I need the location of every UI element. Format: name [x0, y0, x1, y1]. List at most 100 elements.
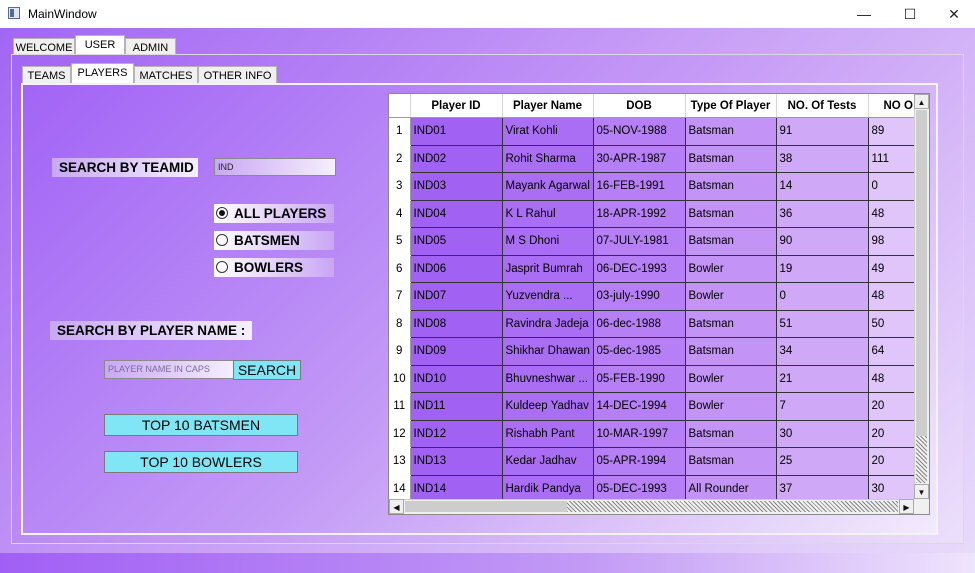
player-name-cell[interactable]: Rishabh Pant — [502, 420, 594, 448]
tab-players[interactable]: PLAYERS — [71, 63, 134, 84]
player-id-cell[interactable]: IND13 — [410, 447, 503, 476]
dob-cell[interactable]: 07-JULY-1981 — [593, 227, 686, 256]
no-of-odis-cell[interactable]: 64 — [868, 337, 916, 366]
no-of-odis-cell[interactable]: 50 — [868, 310, 916, 338]
no-of-odis-cell[interactable]: 49 — [868, 255, 916, 283]
top-10-batsmen-button[interactable]: TOP 10 BATSMEN — [104, 414, 298, 436]
table-row[interactable]: 3 IND03 Mayank Agarwal 16-FEB-1991 Batsman 14… — [389, 172, 916, 201]
type-of-player-cell[interactable]: Bowler — [685, 282, 777, 311]
column-header-player-name[interactable]: Player Name — [502, 94, 594, 118]
dob-cell[interactable]: 18-APR-1992 — [593, 200, 686, 228]
scroll-down-icon[interactable]: ▼ — [914, 484, 929, 499]
player-name-cell[interactable]: Bhuvneshwar ... — [502, 365, 594, 393]
no-of-tests-cell[interactable]: 91 — [776, 117, 869, 146]
vertical-scroll-track[interactable] — [916, 436, 927, 483]
player-name-cell[interactable]: Yuzvendra ... — [502, 282, 594, 311]
type-of-player-cell[interactable]: Batsman — [685, 420, 777, 448]
no-of-odis-cell[interactable]: 89 — [868, 117, 916, 146]
type-of-player-cell[interactable]: Batsman — [685, 447, 777, 476]
no-of-tests-cell[interactable]: 30 — [776, 420, 869, 448]
type-of-player-cell[interactable]: Bowler — [685, 392, 777, 421]
no-of-odis-cell[interactable]: 20 — [868, 392, 916, 421]
dob-cell[interactable]: 05-APR-1994 — [593, 447, 686, 476]
player-name-cell[interactable]: Ravindra Jadeja — [502, 310, 594, 338]
row-number[interactable]: 2 — [389, 145, 411, 173]
player-id-cell[interactable]: IND11 — [410, 392, 503, 421]
column-header-dob[interactable]: DOB — [593, 94, 686, 118]
row-number[interactable]: 12 — [389, 420, 411, 448]
row-number[interactable]: 9 — [389, 337, 411, 366]
no-of-tests-cell[interactable]: 21 — [776, 365, 869, 393]
type-of-player-cell[interactable]: Batsman — [685, 227, 777, 256]
horizontal-scroll-track[interactable] — [567, 501, 898, 512]
radio-all-players[interactable]: ALL PLAYERS — [214, 204, 334, 223]
type-of-player-cell[interactable]: Batsman — [685, 310, 777, 338]
horizontal-scroll-thumb[interactable] — [405, 501, 567, 512]
no-of-tests-cell[interactable]: 7 — [776, 392, 869, 421]
table-row[interactable]: 1 IND01 Virat Kohli 05-NOV-1988 Batsman 91 89 — [389, 117, 916, 146]
player-id-cell[interactable]: IND06 — [410, 255, 503, 283]
type-of-player-cell[interactable]: Batsman — [685, 200, 777, 228]
maximize-button[interactable]: ☐ — [887, 0, 933, 28]
table-row[interactable]: 9 IND09 Shikhar Dhawan 05-dec-1985 Batsman 34… — [389, 337, 916, 366]
player-id-cell[interactable]: IND08 — [410, 310, 503, 338]
players-data-grid[interactable]: Player ID Player Name DOB Type Of Player… — [388, 93, 930, 515]
close-button[interactable]: ✕ — [931, 0, 975, 28]
player-id-cell[interactable]: IND10 — [410, 365, 503, 393]
player-name-cell[interactable]: Kedar Jadhav — [502, 447, 594, 476]
player-id-cell[interactable]: IND05 — [410, 227, 503, 256]
table-row[interactable]: 5 IND05 M S Dhoni 07-JULY-1981 Batsman 90 98 — [389, 227, 916, 256]
no-of-tests-cell[interactable]: 51 — [776, 310, 869, 338]
player-id-cell[interactable]: IND09 — [410, 337, 503, 366]
row-number[interactable]: 8 — [389, 310, 411, 338]
tab-teams[interactable]: TEAMS — [22, 66, 71, 84]
no-of-odis-cell[interactable]: 111 — [868, 145, 916, 173]
type-of-player-cell[interactable]: Bowler — [685, 365, 777, 393]
no-of-odis-cell[interactable]: 48 — [868, 365, 916, 393]
row-header-corner[interactable] — [389, 94, 411, 118]
player-name-input[interactable]: PLAYER NAME IN CAPS — [104, 360, 234, 379]
vertical-scroll-thumb[interactable] — [916, 110, 927, 436]
dob-cell[interactable]: 16-FEB-1991 — [593, 172, 686, 201]
player-name-cell[interactable]: Shikhar Dhawan — [502, 337, 594, 366]
player-id-cell[interactable]: IND04 — [410, 200, 503, 228]
row-number[interactable]: 3 — [389, 172, 411, 201]
column-header-no-of-odis[interactable]: NO O — [868, 94, 916, 118]
type-of-player-cell[interactable]: Batsman — [685, 117, 777, 146]
table-row[interactable]: 8 IND08 Ravindra Jadeja 06-dec-1988 Batsman 5… — [389, 310, 916, 338]
scroll-right-icon[interactable]: ▶ — [899, 499, 914, 514]
player-name-cell[interactable]: K L Rahul — [502, 200, 594, 228]
dob-cell[interactable]: 05-FEB-1990 — [593, 365, 686, 393]
column-header-player-id[interactable]: Player ID — [410, 94, 503, 118]
no-of-tests-cell[interactable]: 19 — [776, 255, 869, 283]
player-id-cell[interactable]: IND03 — [410, 172, 503, 201]
player-id-cell[interactable]: IND12 — [410, 420, 503, 448]
player-id-cell[interactable]: IND01 — [410, 117, 503, 146]
dob-cell[interactable]: 06-dec-1988 — [593, 310, 686, 338]
no-of-tests-cell[interactable]: 25 — [776, 447, 869, 476]
dob-cell[interactable]: 06-DEC-1993 — [593, 255, 686, 283]
no-of-odis-cell[interactable]: 0 — [868, 172, 916, 201]
table-row[interactable]: 10 IND10 Bhuvneshwar ... 05-FEB-1990 Bowler 2… — [389, 365, 916, 393]
type-of-player-cell[interactable]: Bowler — [685, 255, 777, 283]
no-of-odis-cell[interactable]: 48 — [868, 282, 916, 311]
player-name-cell[interactable]: Kuldeep Yadhav — [502, 392, 594, 421]
scroll-up-icon[interactable]: ▲ — [914, 94, 929, 109]
player-id-cell[interactable]: IND02 — [410, 145, 503, 173]
column-header-type-of-player[interactable]: Type Of Player — [685, 94, 777, 118]
row-number[interactable]: 1 — [389, 117, 411, 146]
table-row[interactable]: 2 IND02 Rohit Sharma 30-APR-1987 Batsman 38 11… — [389, 145, 916, 173]
table-row[interactable]: 13 IND13 Kedar Jadhav 05-APR-1994 Batsman 25 2… — [389, 447, 916, 476]
no-of-odis-cell[interactable]: 98 — [868, 227, 916, 256]
player-name-cell[interactable]: M S Dhoni — [502, 227, 594, 256]
minimize-button[interactable]: — — [841, 0, 887, 28]
scroll-left-icon[interactable]: ◀ — [389, 499, 404, 514]
tab-matches[interactable]: MATCHES — [134, 66, 198, 84]
player-id-cell[interactable]: IND07 — [410, 282, 503, 311]
table-row[interactable]: 11 IND11 Kuldeep Yadhav 14-DEC-1994 Bowler 7 2… — [389, 392, 916, 421]
dob-cell[interactable]: 05-NOV-1988 — [593, 117, 686, 146]
row-number[interactable]: 7 — [389, 282, 411, 311]
table-row[interactable]: 7 IND07 Yuzvendra ... 03-july-1990 Bowler 0 48 — [389, 282, 916, 311]
search-button[interactable]: SEARCH — [233, 360, 301, 380]
no-of-tests-cell[interactable]: 14 — [776, 172, 869, 201]
